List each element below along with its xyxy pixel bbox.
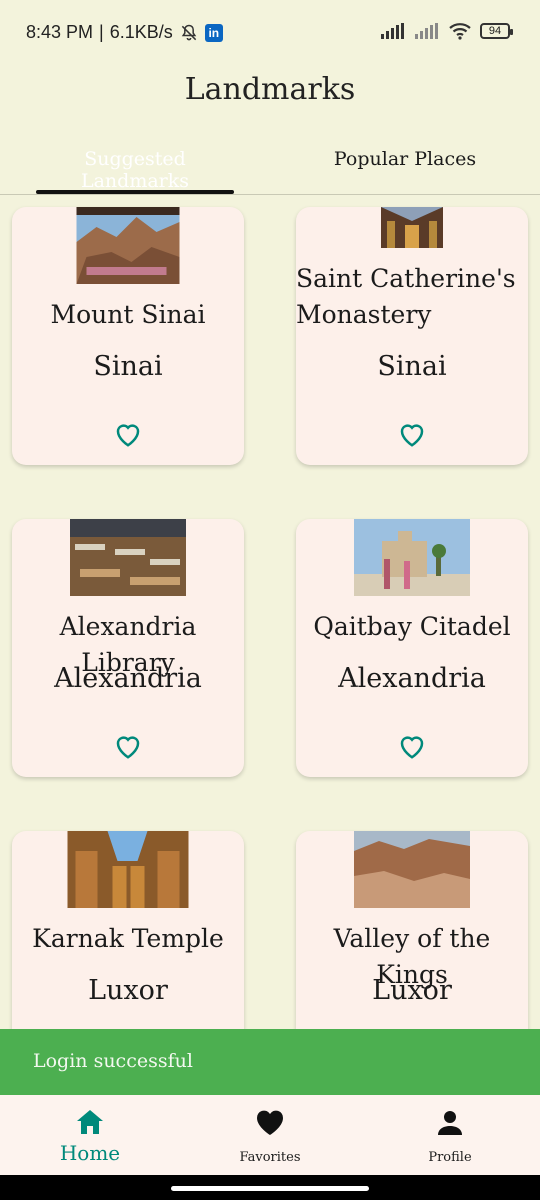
heart-icon: [256, 1110, 284, 1135]
nav-home-label: Home: [59, 1141, 121, 1165]
heart-outline-icon[interactable]: [397, 420, 427, 448]
landmark-image: [70, 519, 186, 596]
status-left: 8:43 PM | 6.1KB/s in: [26, 22, 223, 43]
signal-icon: [381, 23, 404, 39]
bottom-nav: Home Favorites Profile: [0, 1095, 540, 1175]
landmark-region: Alexandria: [338, 663, 486, 694]
linkedin-icon: in: [204, 23, 223, 42]
battery-level: 94: [488, 25, 502, 37]
status-speed: 6.1KB/s: [109, 22, 173, 42]
landmark-image: [67, 831, 189, 908]
home-icon: [77, 1110, 103, 1134]
page-title: Landmarks: [184, 72, 356, 107]
landmark-region: Sinai: [93, 351, 163, 382]
landmark-name: Qaitbay Citadel: [313, 612, 511, 641]
status-bar: 8:43 PM | 6.1KB/s in 94: [0, 0, 540, 64]
landmark-region: Sinai: [377, 351, 447, 382]
bell-off-icon: [181, 24, 197, 40]
home-indicator[interactable]: [171, 1186, 369, 1191]
tab-bar: Suggested Landmarks Popular Places: [0, 132, 540, 195]
person-icon: [438, 1111, 462, 1135]
nav-favorites-label: Favorites: [239, 1150, 301, 1165]
heart-outline-icon[interactable]: [113, 732, 143, 760]
tab-popular-places[interactable]: Popular Places: [300, 148, 510, 170]
status-time: 8:43 PM: [26, 22, 94, 42]
tab-indicator: [36, 190, 234, 194]
landmark-card-qaitbay-citadel[interactable]: Qaitbay Citadel Alexandria: [296, 519, 528, 777]
landmark-image: [354, 831, 470, 908]
landmark-image: [76, 207, 180, 284]
nav-profile-label: Profile: [428, 1150, 472, 1165]
battery-icon: 94: [480, 23, 513, 39]
snackbar: Login successful: [0, 1029, 540, 1095]
landmark-name: Saint Catherine's Monastery: [296, 264, 516, 329]
nav-favorites[interactable]: Favorites: [180, 1095, 360, 1175]
landmark-name: Karnak Temple: [32, 924, 224, 953]
nav-home[interactable]: Home: [0, 1095, 180, 1175]
tab-suggested-landmarks[interactable]: Suggested Landmarks: [36, 148, 234, 192]
snackbar-message: Login successful: [33, 1050, 193, 1072]
landmark-region: Alexandria: [54, 663, 202, 694]
gesture-bar: [0, 1175, 540, 1200]
status-right: 94: [380, 22, 513, 40]
landmark-card-mount-sinai[interactable]: Mount Sinai Sinai: [12, 207, 244, 465]
heart-outline-icon[interactable]: [113, 420, 143, 448]
landmark-region: Luxor: [88, 975, 168, 1006]
wifi-icon: [449, 23, 471, 40]
landmark-name: Mount Sinai: [50, 300, 206, 329]
landmark-image: [354, 519, 470, 596]
landmark-region: Luxor: [372, 975, 452, 1006]
signal-icon: [415, 23, 438, 39]
status-separator: |: [99, 22, 104, 42]
landmark-card-saint-catherines[interactable]: Saint Catherine's Monastery Sinai: [296, 207, 528, 465]
nav-profile[interactable]: Profile: [360, 1095, 540, 1175]
landmark-image: [381, 207, 443, 248]
landmark-card-alexandria-library[interactable]: Alexandria Library Alexandria: [12, 519, 244, 777]
heart-outline-icon[interactable]: [397, 732, 427, 760]
